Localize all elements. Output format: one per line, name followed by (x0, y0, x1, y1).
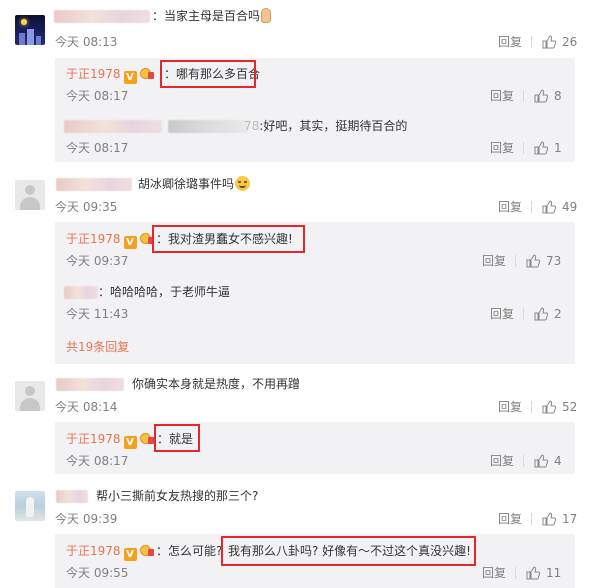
blurred-username (54, 10, 150, 23)
comment-text: 你确实本身就是热度，不用再蹭 (132, 377, 301, 391)
verified-v-icon: V (123, 71, 137, 84)
like-button[interactable]: 1 (523, 140, 562, 156)
reply-button[interactable]: 回复 (498, 511, 522, 527)
reply-button[interactable]: 回复 (490, 88, 514, 104)
comment-text: 帮小三撕前女友热搜的那三个? (96, 489, 259, 503)
highlight-box (221, 536, 476, 566)
blurred-username (56, 378, 124, 391)
like-count: 1 (554, 141, 562, 155)
thumbs-up-icon (526, 566, 540, 580)
comment-time: 今天 09:35 (55, 200, 118, 214)
like-count: 2 (554, 307, 562, 321)
like-count: 17 (562, 512, 578, 526)
comment-time: 今天 09:39 (55, 512, 118, 526)
like-button[interactable]: 8 (523, 88, 562, 104)
reply-button[interactable]: 回复 (490, 453, 514, 469)
reply-time: 今天 09:37 (66, 254, 129, 268)
like-count: 52 (562, 400, 578, 414)
highlight-box (152, 225, 305, 253)
reply-time: 今天 08:17 (66, 454, 129, 468)
reply-username[interactable]: 于正1978 V (66, 231, 154, 249)
avatar[interactable] (15, 180, 45, 210)
blurred-username (168, 120, 248, 133)
like-button[interactable]: 26 (531, 34, 577, 50)
level-badge-icon (139, 432, 154, 445)
reply-time: 今天 11:43 (66, 307, 129, 321)
reply-time: 今天 08:17 (66, 89, 129, 103)
reply-button[interactable]: 回复 (498, 399, 522, 415)
reply-time: 今天 08:17 (66, 141, 129, 155)
verified-v-icon: V (123, 548, 137, 561)
level-badge-icon (139, 544, 154, 557)
more-replies-link[interactable]: 共19条回复 (66, 339, 129, 355)
reply-button[interactable]: 回复 (490, 140, 514, 156)
avatar[interactable] (15, 15, 45, 45)
reply-time: 今天 09:55 (66, 566, 129, 580)
like-count: 49 (562, 200, 578, 214)
like-button[interactable]: 73 (515, 253, 561, 269)
reply-text: 78:好吧，其实，挺期待百合的 (244, 119, 408, 133)
reply-button[interactable]: 回复 (498, 199, 522, 215)
reply-text: ：哈哈哈哈，于老师牛逼 (98, 285, 231, 299)
reply-button[interactable]: 回复 (490, 306, 514, 322)
thumbs-up-icon (534, 307, 548, 321)
reply-username[interactable]: 于正1978 V (66, 543, 154, 561)
like-button[interactable]: 4 (523, 453, 562, 469)
like-button[interactable]: 52 (531, 399, 577, 415)
thumbs-up-icon (542, 512, 556, 526)
thumbs-up-icon (542, 200, 556, 214)
avatar[interactable] (15, 381, 45, 411)
reply-username[interactable]: 于正1978 V (66, 431, 154, 449)
thumbs-up-icon (526, 254, 540, 268)
comment-time: 今天 08:13 (55, 35, 118, 49)
like-count: 4 (554, 454, 562, 468)
verified-v-icon: V (123, 236, 137, 249)
verified-v-icon: V (123, 436, 137, 449)
blurred-username (64, 286, 98, 299)
like-button[interactable]: 49 (531, 199, 577, 215)
like-count: 8 (554, 89, 562, 103)
avatar[interactable] (15, 491, 45, 521)
like-button[interactable]: 17 (531, 511, 577, 527)
like-count: 11 (546, 566, 562, 580)
smirk-emoji-icon (235, 176, 251, 191)
like-count: 73 (546, 254, 562, 268)
hand-emoji-icon (261, 8, 272, 23)
blurred-username (56, 490, 88, 503)
like-button[interactable]: 2 (523, 306, 562, 322)
reply-button[interactable]: 回复 (482, 565, 506, 581)
thumbs-up-icon (542, 35, 556, 49)
thumbs-up-icon (534, 454, 548, 468)
level-badge-icon (139, 67, 154, 80)
comment-text: ：当家主母是百合吗 (152, 8, 272, 24)
reply-button[interactable]: 回复 (498, 34, 522, 50)
highlight-box (154, 424, 200, 452)
reply-button[interactable]: 回复 (482, 253, 506, 269)
like-button[interactable]: 11 (515, 565, 561, 581)
reply-username[interactable]: 于正1978 V (66, 66, 154, 84)
blurred-username (64, 120, 162, 133)
thumbs-up-icon (534, 141, 548, 155)
blurred-username (56, 178, 132, 191)
thumbs-up-icon (534, 89, 548, 103)
comment-time: 今天 08:14 (55, 400, 118, 414)
thumbs-up-icon (542, 400, 556, 414)
highlight-box (160, 60, 256, 88)
like-count: 26 (562, 35, 578, 49)
reply-text: ：怎么可能? (156, 544, 223, 558)
comment-text: 胡冰卿徐璐事件吗 (138, 176, 251, 192)
